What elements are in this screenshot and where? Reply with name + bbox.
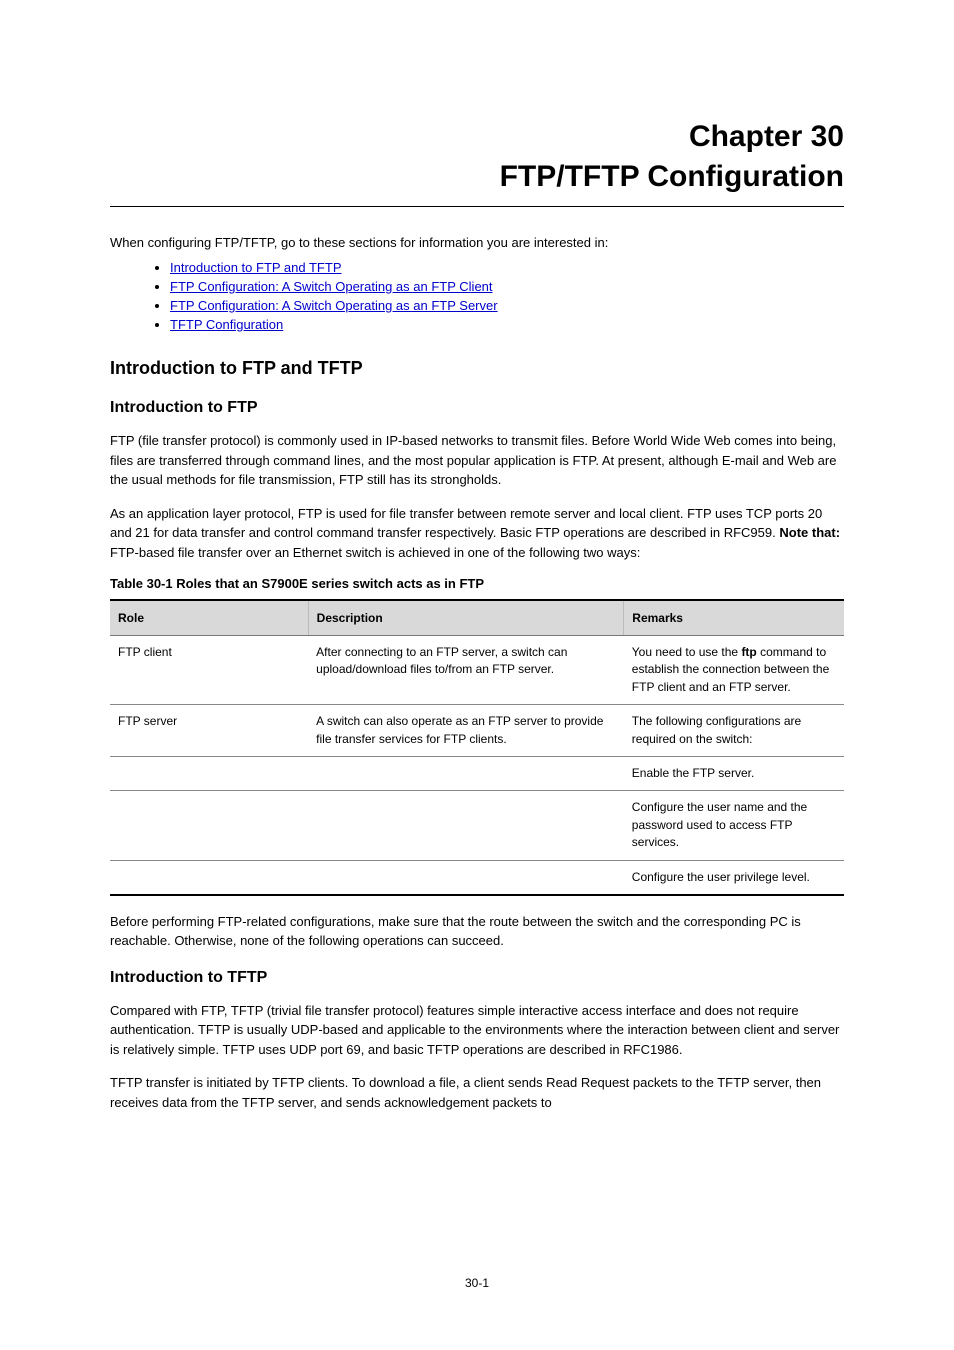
chapter-title: FTP/TFTP Configuration	[110, 160, 844, 194]
toc-link-ftp-client[interactable]: FTP Configuration: A Switch Operating as…	[170, 279, 493, 294]
cell-remarks: Configure the user privilege level.	[624, 860, 844, 895]
toc-list: Introduction to FTP and TFTP FTP Configu…	[110, 260, 844, 332]
cell-role: FTP server	[110, 705, 308, 757]
col-description: Description	[308, 600, 624, 636]
cell-description	[308, 756, 624, 790]
paragraph: As an application layer protocol, FTP is…	[110, 504, 844, 563]
toc-item: Introduction to FTP and TFTP	[170, 260, 844, 275]
table-header-row: Role Description Remarks	[110, 600, 844, 636]
paragraph: Compared with FTP, TFTP (trivial file tr…	[110, 1001, 844, 1060]
table-caption: Table 30-1 Roles that an S7900E series s…	[110, 576, 844, 591]
toc-link-tftp[interactable]: TFTP Configuration	[170, 317, 283, 332]
cell-role: FTP client	[110, 636, 308, 705]
cell-description: After connecting to an FTP server, a swi…	[308, 636, 624, 705]
roles-table: Role Description Remarks FTP clientAfter…	[110, 599, 844, 896]
remarks-fragment: Configure the user privilege level.	[632, 870, 810, 884]
paragraph-frag: FTP-based file transfer over an Ethernet…	[110, 545, 640, 560]
paragraph: Before performing FTP-related configurat…	[110, 912, 844, 951]
remarks-fragment: Configure the user name and the password…	[632, 800, 807, 849]
toc-link-intro[interactable]: Introduction to FTP and TFTP	[170, 260, 342, 275]
col-role: Role	[110, 600, 308, 636]
table-row: FTP clientAfter connecting to an FTP ser…	[110, 636, 844, 705]
chapter-number: Chapter 30	[110, 120, 844, 154]
paragraph: FTP (file transfer protocol) is commonly…	[110, 431, 844, 490]
table-row: Enable the FTP server.	[110, 756, 844, 790]
cell-role	[110, 860, 308, 895]
toc-item: TFTP Configuration	[170, 317, 844, 332]
cell-description	[308, 860, 624, 895]
cell-remarks: Configure the user name and the password…	[624, 791, 844, 860]
subheading-ftp: Introduction to FTP	[110, 399, 844, 417]
cell-role	[110, 756, 308, 790]
cell-role	[110, 791, 308, 860]
horizontal-rule	[110, 206, 844, 207]
remarks-fragment: Enable the FTP server.	[632, 766, 755, 780]
cell-description: A switch can also operate as an FTP serv…	[308, 705, 624, 757]
table-row: Configure the user name and the password…	[110, 791, 844, 860]
toc-item: FTP Configuration: A Switch Operating as…	[170, 298, 844, 313]
intro-text: When configuring FTP/TFTP, go to these s…	[110, 235, 844, 250]
section-heading: Introduction to FTP and TFTP	[110, 358, 844, 379]
paragraph-frag: As an application layer protocol, FTP is…	[110, 506, 822, 541]
cell-remarks: The following configurations are require…	[624, 705, 844, 757]
page-footer: 30-1	[0, 1276, 954, 1290]
cell-description	[308, 791, 624, 860]
paragraph: TFTP transfer is initiated by TFTP clien…	[110, 1073, 844, 1112]
remarks-fragment: You need to use the	[632, 645, 742, 659]
toc-link-ftp-server[interactable]: FTP Configuration: A Switch Operating as…	[170, 298, 498, 313]
cell-remarks: You need to use the ftp command to estab…	[624, 636, 844, 705]
cell-remarks: Enable the FTP server.	[624, 756, 844, 790]
table-row: FTP serverA switch can also operate as a…	[110, 705, 844, 757]
col-remarks: Remarks	[624, 600, 844, 636]
subheading-tftp: Introduction to TFTP	[110, 969, 844, 987]
remarks-fragment: ftp	[741, 645, 756, 659]
toc-item: FTP Configuration: A Switch Operating as…	[170, 279, 844, 294]
note-label: Note that:	[779, 525, 840, 540]
table-row: Configure the user privilege level.	[110, 860, 844, 895]
remarks-fragment: The following configurations are require…	[632, 714, 801, 745]
